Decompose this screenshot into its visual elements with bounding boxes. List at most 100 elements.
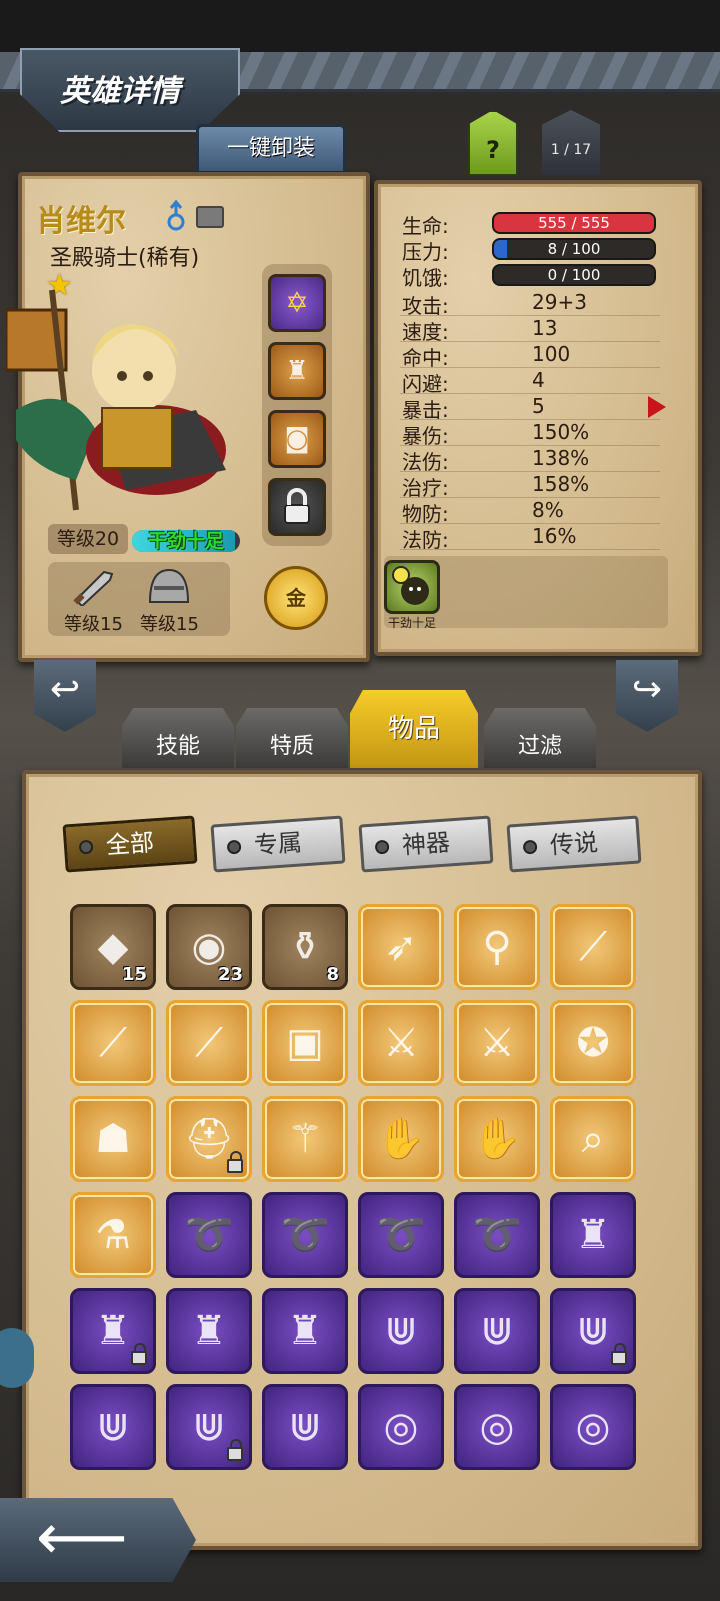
filter-legendary-label: 传说 (549, 828, 599, 860)
inventory-slot[interactable]: ⋓ (550, 1288, 636, 1374)
inventory-slot[interactable]: ⛑ (166, 1096, 252, 1182)
whip-icon: ➰ (280, 1212, 330, 1258)
stat-hp: 生命: 555 / 555 (400, 210, 660, 238)
claw-necklace-icon: ⋓ (480, 1308, 514, 1354)
hero-name: 肖维尔 (36, 204, 126, 239)
inventory-slot[interactable]: ⚔ (358, 1000, 444, 1086)
stat-magic-def: 法防: 16% (400, 524, 660, 552)
inventory-slot[interactable]: ⋓ (454, 1288, 540, 1374)
inventory-slot[interactable]: ◎ (454, 1384, 540, 1470)
inventory-slot[interactable]: ⟋ (166, 1000, 252, 1086)
item-count: 8 (326, 964, 339, 985)
accuracy-label: 命中: (402, 346, 449, 370)
magic-damage-value: 138% (532, 446, 590, 470)
inventory-slot[interactable]: ⟋ (550, 904, 636, 990)
inventory-slot[interactable]: ◎ (358, 1384, 444, 1470)
inventory-slot[interactable]: ⚗ (70, 1192, 156, 1278)
inventory-slot[interactable]: ◎ (550, 1384, 636, 1470)
inventory-slot[interactable]: ⋓ (70, 1384, 156, 1470)
lock-icon (227, 1439, 243, 1461)
tab-filter[interactable]: 过滤 (484, 708, 596, 768)
armor-skill-icon: ♜ (285, 356, 309, 386)
tab-traits[interactable]: 特质 (236, 708, 348, 768)
armor-level: 等级15 (140, 614, 199, 635)
inventory-slot[interactable]: ⋓ (262, 1384, 348, 1470)
inventory-slot[interactable]: ➰ (358, 1192, 444, 1278)
stat-phys-def: 物防: 8% (400, 498, 660, 526)
gauntlet-icon: ✋ (376, 1116, 426, 1162)
inventory-slot[interactable]: ⚱ 8 (262, 904, 348, 990)
chip-dot-icon (374, 839, 390, 855)
stress-value: 8 / 100 (547, 240, 601, 258)
inventory-slot[interactable]: ⋓ (166, 1384, 252, 1470)
inventory-slot[interactable]: ◆ 15 (70, 904, 156, 990)
stat-crit: 暴击: 5 (400, 394, 660, 422)
filter-all[interactable]: 全部 (62, 815, 198, 873)
inventory-slot[interactable]: ⚚ (262, 1096, 348, 1182)
skill-slot-2[interactable]: ♜ (268, 342, 326, 400)
inventory-slot[interactable]: ♜ (550, 1192, 636, 1278)
stat-dodge: 闪避: 4 (400, 368, 660, 396)
locked-skill-slot[interactable] (268, 478, 326, 536)
chest-skill-icon: ◙ (284, 424, 310, 454)
gold-button[interactable]: 金 (264, 566, 328, 630)
inventory-slot[interactable]: ✪ (550, 1000, 636, 1086)
tab-skills[interactable]: 技能 (122, 708, 234, 768)
rename-icon[interactable] (196, 206, 224, 228)
skill-slot-1[interactable]: ✡ (268, 274, 326, 332)
healing-value: 158% (532, 472, 590, 496)
dodge-value: 4 (532, 368, 545, 392)
filter-legendary[interactable]: 传说 (506, 815, 642, 873)
inventory-slot[interactable]: ⌕ (550, 1096, 636, 1182)
holy-sigil-icon: ✡ (285, 286, 309, 319)
crit-value: 5 (532, 394, 545, 418)
inventory-slot[interactable]: ✋ (454, 1096, 540, 1182)
inventory-slot[interactable]: ➰ (262, 1192, 348, 1278)
skill-slot-3[interactable]: ◙ (268, 410, 326, 468)
stress-label: 压力: (402, 240, 449, 264)
inventory-slot[interactable]: ⚲ (454, 904, 540, 990)
inventory-slot[interactable]: ⚔ (454, 1000, 540, 1086)
inventory-slot[interactable]: ➰ (166, 1192, 252, 1278)
inventory-slot[interactable]: ✋ (358, 1096, 444, 1182)
inventory-slot[interactable]: ⟋ (70, 1000, 156, 1086)
back-button[interactable]: ⟵ (0, 1498, 196, 1582)
katana-icon: ⟋ (195, 1020, 223, 1066)
filter-artifact[interactable]: 神器 (358, 815, 494, 873)
speed-label: 速度: (402, 320, 449, 344)
inventory-slot[interactable]: ➰ (454, 1192, 540, 1278)
scepter-icon: ⚚ (287, 1116, 323, 1162)
weapon-level: 等级15 (64, 614, 123, 635)
item-count: 23 (217, 964, 243, 985)
inventory-slot[interactable]: ▣ (262, 1000, 348, 1086)
inventory-slot[interactable]: ◉ 23 (166, 904, 252, 990)
hero-level: 等级20 (48, 524, 128, 554)
stress-bar: 8 / 100 (492, 238, 656, 260)
whip-icon: ➰ (472, 1212, 522, 1258)
trait-motivated-icon[interactable] (384, 560, 440, 614)
red-collar-icon: ◎ (575, 1404, 611, 1450)
inventory-slot[interactable]: ⋓ (358, 1288, 444, 1374)
spyglass-icon: ⌕ (581, 1116, 605, 1162)
crit-damage-label: 暴伤: (402, 424, 449, 448)
tab-items[interactable]: 物品 (350, 690, 478, 768)
red-collar-icon: ◎ (383, 1404, 419, 1450)
expand-stats-arrow-icon[interactable] (648, 396, 666, 418)
dodge-label: 闪避: (402, 372, 449, 396)
inventory-slot[interactable]: ➶ (358, 904, 444, 990)
inventory-slot[interactable]: ♜ (166, 1288, 252, 1374)
helmet-icon (148, 568, 190, 603)
mood-label: 干劲十足 (147, 530, 224, 552)
inventory-slot[interactable]: ♜ (70, 1288, 156, 1374)
magic-def-value: 16% (532, 524, 577, 548)
hunger-bar: 0 / 100 (492, 264, 656, 286)
inventory-slot[interactable]: ☗ (70, 1096, 156, 1182)
unequip-all-button[interactable]: 一键卸装 (196, 124, 346, 174)
inventory-slot[interactable]: ♜ (262, 1288, 348, 1374)
trait-label: 干劲十足 (387, 616, 436, 630)
healing-label: 治疗: (402, 476, 449, 500)
filter-exclusive[interactable]: 专属 (210, 815, 346, 873)
crit-label: 暴击: (402, 398, 449, 422)
item-count: 15 (121, 964, 147, 985)
side-tab[interactable] (0, 1328, 34, 1388)
